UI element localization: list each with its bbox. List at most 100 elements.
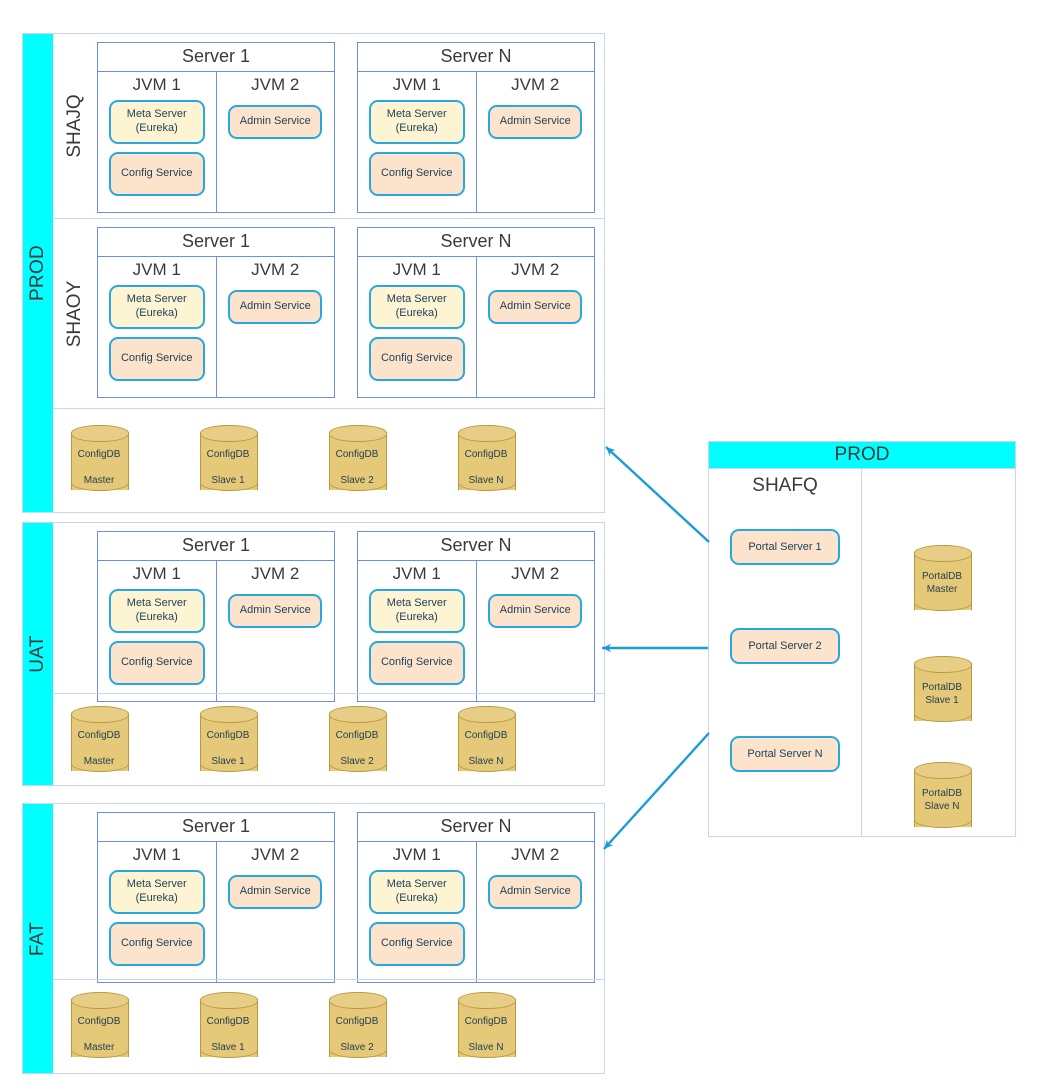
environment-body-prod: SHAJQ Server 1 JVM 1 Meta Server(Eureka) xyxy=(53,34,604,512)
service-admin-service[interactable]: Admin Service xyxy=(228,290,322,324)
database-label-line2: Slave 1 xyxy=(914,695,970,706)
server-card[interactable]: Server 1 JVM 1 Meta Server(Eureka) Confi… xyxy=(97,531,335,702)
database-label-line1: ConfigDB xyxy=(71,449,127,460)
environment-block-fat[interactable]: FAT Server 1 JVM 1 Meta Server(Eureka) xyxy=(22,803,605,1074)
service-config-service[interactable]: Config Service xyxy=(109,922,205,966)
service-config-service[interactable]: Config Service xyxy=(369,641,465,685)
database-label-line2: Slave N xyxy=(458,756,514,767)
portal-server-n[interactable]: Portal Server N xyxy=(730,736,840,772)
database-slot[interactable]: ConfigDB Slave N xyxy=(458,992,587,1064)
portal-database-slot[interactable]: PortalDB Slave 1 xyxy=(914,656,970,732)
jvm-slot[interactable]: JVM 2 Admin Service xyxy=(216,561,335,701)
service-label-line1: Meta Server xyxy=(387,293,447,305)
environment-block-prod[interactable]: PROD SHAJQ Server 1 JVM 1 Meta Serv xyxy=(22,33,605,513)
service-admin-service[interactable]: Admin Service xyxy=(488,290,582,324)
jvm-slot[interactable]: JVM 2 Admin Service xyxy=(476,72,595,212)
service-config-service[interactable]: Config Service xyxy=(109,152,205,196)
database-slot[interactable]: ConfigDB Master xyxy=(71,992,200,1064)
jvm-title: JVM 2 xyxy=(483,844,589,870)
service-config-service[interactable]: Config Service xyxy=(109,641,205,685)
server-card[interactable]: Server 1 JVM 1 Meta Server(Eureka) Confi… xyxy=(97,227,335,398)
service-meta-server[interactable]: Meta Server(Eureka) xyxy=(109,870,205,914)
service-label-line1: Meta Server xyxy=(387,878,447,890)
jvm-slot[interactable]: JVM 1 Meta Server(Eureka) Config Service xyxy=(358,72,476,212)
jvm-slot[interactable]: JVM 1 Meta Server(Eureka) Config Service xyxy=(358,257,476,397)
jvm-slot[interactable]: JVM 2 Admin Service xyxy=(216,842,335,982)
portal-server-2[interactable]: Portal Server 2 xyxy=(730,628,840,664)
service-admin-service[interactable]: Admin Service xyxy=(488,875,582,909)
jvm-title: JVM 1 xyxy=(364,259,470,285)
service-config-service[interactable]: Config Service xyxy=(369,337,465,381)
database-label-line1: PortalDB xyxy=(914,682,970,693)
server-title: Server 1 xyxy=(98,813,334,842)
service-admin-service[interactable]: Admin Service xyxy=(228,594,322,628)
service-meta-server[interactable]: Meta Server(Eureka) xyxy=(109,285,205,329)
server-card[interactable]: Server N JVM 1 Meta Server(Eureka) Confi… xyxy=(357,531,595,702)
jvm-slot[interactable]: JVM 1 Meta Server(Eureka) Config Service xyxy=(358,842,476,982)
server-card[interactable]: Server N JVM 1 Meta Server(Eureka) Confi… xyxy=(357,42,595,213)
service-meta-server[interactable]: Meta Server(Eureka) xyxy=(109,100,205,144)
service-admin-service[interactable]: Admin Service xyxy=(228,875,322,909)
server-title: Server 1 xyxy=(98,228,334,257)
service-label-line2: (Eureka) xyxy=(387,892,447,906)
database-slot[interactable]: ConfigDB Slave 2 xyxy=(329,992,458,1064)
service-admin-service[interactable]: Admin Service xyxy=(488,594,582,628)
server-card[interactable]: Server 1 JVM 1 Meta Server(Eureka) Confi… xyxy=(97,42,335,213)
server-card[interactable]: Server N JVM 1 Meta Server(Eureka) Confi… xyxy=(357,812,595,983)
portal-database-slot[interactable]: PortalDB Slave N xyxy=(914,762,970,838)
database-slot[interactable]: ConfigDB Slave N xyxy=(458,706,587,778)
database-slot[interactable]: ConfigDB Slave 2 xyxy=(329,706,458,778)
jvm-title: JVM 1 xyxy=(104,259,210,285)
jvm-title: JVM 1 xyxy=(104,844,210,870)
service-meta-server[interactable]: Meta Server (Eureka) xyxy=(369,870,465,914)
database-slot[interactable]: ConfigDB Slave 2 xyxy=(329,425,458,497)
database-row: ConfigDB Master ConfigDB Slave 1 xyxy=(53,980,604,1076)
database-slot[interactable]: ConfigDB Slave 1 xyxy=(200,425,329,497)
environment-body-fat: Server 1 JVM 1 Meta Server(Eureka) Confi… xyxy=(53,804,604,1073)
database-row: ConfigDB Master ConfigDB Slave 1 xyxy=(53,694,604,790)
service-meta-server[interactable]: Meta Server(Eureka) xyxy=(369,285,465,329)
server-title: Server N xyxy=(358,228,594,257)
jvm-slot[interactable]: JVM 2 Admin Service xyxy=(476,842,595,982)
jvm-slot[interactable]: JVM 1 Meta Server(Eureka) Config Service xyxy=(98,72,216,212)
environment-block-uat[interactable]: UAT Server 1 JVM 1 Meta Server(Eureka) xyxy=(22,522,605,786)
database-slot[interactable]: ConfigDB Master xyxy=(71,706,200,778)
database-region-prod: ConfigDB Master ConfigDB Slave 1 xyxy=(53,408,604,512)
service-meta-server[interactable]: Meta Server(Eureka) xyxy=(109,589,205,633)
service-admin-service[interactable]: Admin Service xyxy=(228,105,322,139)
service-label-line1: Meta Server xyxy=(127,108,187,120)
service-meta-server[interactable]: Meta Server(Eureka) xyxy=(369,100,465,144)
service-config-service[interactable]: Config Service xyxy=(109,337,205,381)
database-row: ConfigDB Master ConfigDB Slave 1 xyxy=(53,409,604,512)
service-label-line2: (Eureka) xyxy=(387,611,447,625)
database-slot[interactable]: ConfigDB Slave 1 xyxy=(200,992,329,1064)
service-label-line1: Meta Server xyxy=(127,293,187,305)
jvm-slot[interactable]: JVM 1 Meta Server(Eureka) Config Service xyxy=(98,842,216,982)
jvm-slot[interactable]: JVM 2 Admin Service xyxy=(476,257,595,397)
server-card[interactable]: Server N JVM 1 Meta Server(Eureka) Confi… xyxy=(357,227,595,398)
service-config-service[interactable]: Config Service xyxy=(369,152,465,196)
database-label-line1: ConfigDB xyxy=(200,730,256,741)
database-slot[interactable]: ConfigDB Slave N xyxy=(458,425,587,497)
jvm-slot[interactable]: JVM 2 Admin Service xyxy=(216,257,335,397)
database-region-fat: ConfigDB Master ConfigDB Slave 1 xyxy=(53,979,604,1076)
region-shajq: SHAJQ Server 1 JVM 1 Meta Server(Eureka) xyxy=(53,34,604,218)
portal-panel[interactable]: PROD SHAFQ Portal Server 1 Portal Server… xyxy=(708,441,1016,837)
portal-server-1[interactable]: Portal Server 1 xyxy=(730,529,840,565)
jvm-slot[interactable]: JVM 1 Meta Server(Eureka) Config Service xyxy=(358,561,476,701)
jvm-slot[interactable]: JVM 1 Meta Server(Eureka) Config Service xyxy=(98,257,216,397)
server-card[interactable]: Server 1 JVM 1 Meta Server(Eureka) Confi… xyxy=(97,812,335,983)
database-slot[interactable]: ConfigDB Slave 1 xyxy=(200,706,329,778)
database-slot[interactable]: ConfigDB Master xyxy=(71,425,200,497)
server-title: Server 1 xyxy=(98,43,334,72)
service-meta-server[interactable]: Meta Server(Eureka) xyxy=(369,589,465,633)
portal-database-slot[interactable]: PortalDB Master xyxy=(914,545,970,621)
jvm-slot[interactable]: JVM 1 Meta Server(Eureka) Config Service xyxy=(98,561,216,701)
database-label-line1: ConfigDB xyxy=(200,1016,256,1027)
jvm-slot[interactable]: JVM 2 Admin Service xyxy=(216,72,335,212)
jvm-slot[interactable]: JVM 2 Admin Service xyxy=(476,561,595,701)
region-uat-servers: Server 1 JVM 1 Meta Server(Eureka) Confi… xyxy=(53,523,604,693)
jvm-container: JVM 1 Meta Server(Eureka) Config Service… xyxy=(358,842,594,982)
service-admin-service[interactable]: Admin Service xyxy=(488,105,582,139)
service-config-service[interactable]: Config Service xyxy=(369,922,465,966)
